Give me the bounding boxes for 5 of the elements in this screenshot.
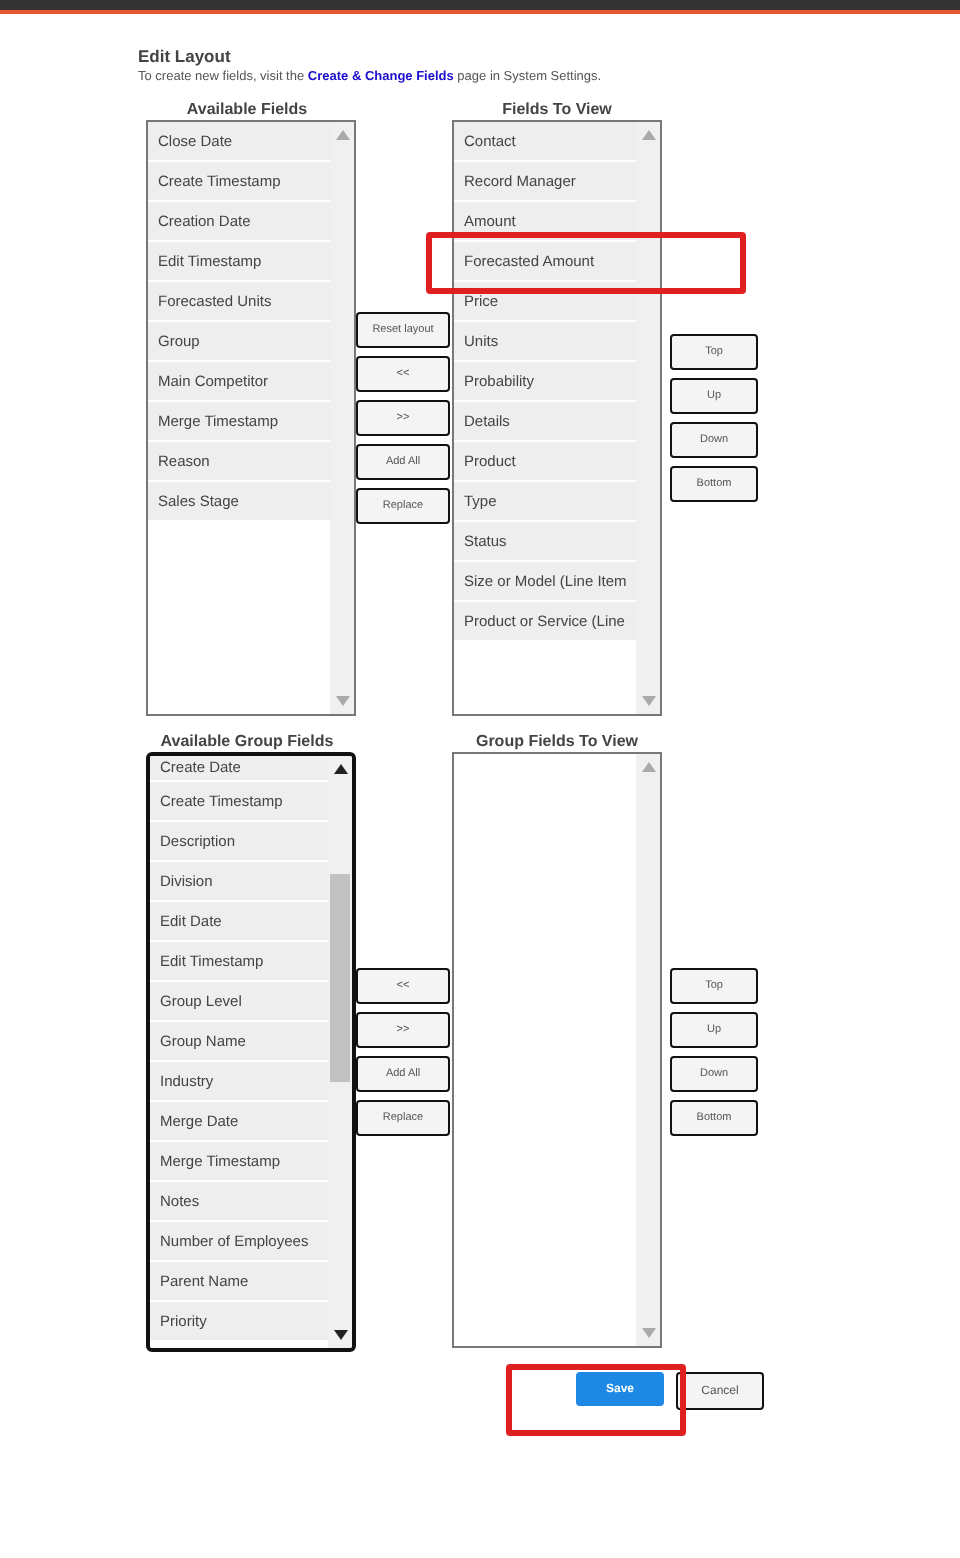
- column-title: Available Group Fields: [158, 732, 336, 752]
- column-title: Available Fields: [184, 100, 310, 120]
- column-title: Group Fields To View: [473, 732, 641, 752]
- page-title: Edit Layout: [138, 46, 233, 66]
- column-title: Fields To View: [500, 100, 614, 120]
